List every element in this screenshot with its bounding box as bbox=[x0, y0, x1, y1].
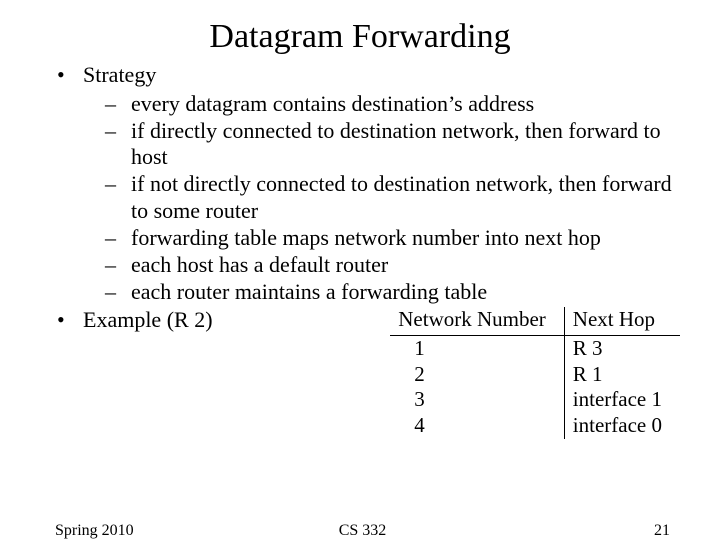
sub-item: every datagram contains destination’s ad… bbox=[83, 91, 680, 118]
strategy-sublist: every datagram contains destination’s ad… bbox=[83, 91, 680, 306]
slide-footer: Spring 2010 CS 332 21 bbox=[0, 522, 720, 540]
bullet-strategy: Strategy every datagram contains destina… bbox=[55, 62, 680, 305]
table-header-row: Network Number Next Hop bbox=[390, 307, 680, 335]
footer-left: Spring 2010 bbox=[55, 522, 260, 540]
sub-item: each router maintains a forwarding table bbox=[83, 279, 680, 306]
table-cell: R 1 bbox=[564, 362, 680, 388]
sub-item: each host has a default router bbox=[83, 252, 680, 279]
slide-title: Datagram Forwarding bbox=[0, 18, 720, 56]
table-cell: R 3 bbox=[564, 336, 680, 362]
table-row: 4 interface 0 bbox=[390, 413, 680, 439]
slide: Datagram Forwarding Strategy every datag… bbox=[0, 18, 720, 540]
table-cell: 2 bbox=[390, 362, 564, 388]
table-cell: 3 bbox=[390, 387, 564, 413]
table-cell: interface 0 bbox=[564, 413, 680, 439]
bullet-example: Example (R 2) Network Number Next Hop 1 … bbox=[55, 307, 680, 438]
sub-item: if directly connected to destination net… bbox=[83, 118, 680, 172]
footer-right: 21 bbox=[465, 522, 670, 540]
table-cell: interface 1 bbox=[564, 387, 680, 413]
table-row: 2 R 1 bbox=[390, 362, 680, 388]
table-header: Network Number bbox=[390, 307, 564, 335]
sub-item: forwarding table maps network number int… bbox=[83, 225, 680, 252]
footer-center: CS 332 bbox=[260, 522, 465, 540]
table-row: 3 interface 1 bbox=[390, 387, 680, 413]
forwarding-table: Network Number Next Hop 1 R 3 2 R 1 bbox=[350, 307, 680, 438]
bullet-strategy-label: Strategy bbox=[83, 62, 156, 87]
bullet-example-label: Example (R 2) bbox=[83, 307, 213, 334]
table-header: Next Hop bbox=[564, 307, 680, 335]
table-cell: 1 bbox=[390, 336, 564, 362]
table-row: 1 R 3 bbox=[390, 336, 680, 362]
sub-item: if not directly connected to destination… bbox=[83, 171, 680, 225]
slide-body: Strategy every datagram contains destina… bbox=[0, 62, 720, 439]
table-cell: 4 bbox=[390, 413, 564, 439]
